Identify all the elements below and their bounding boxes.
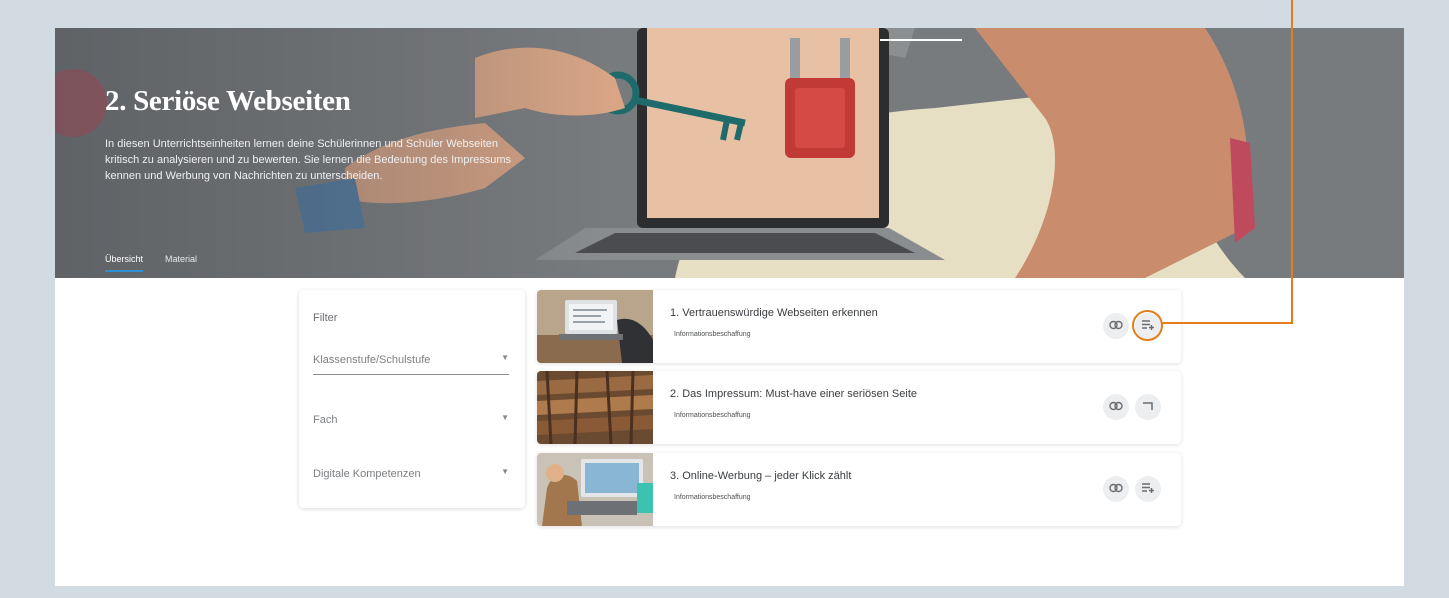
chevron-down-icon: ▼ xyxy=(501,413,509,422)
select-grade-level-label: Klassenstufe/Schulstufe xyxy=(313,354,431,366)
tab-overview[interactable]: Übersicht xyxy=(105,254,144,272)
add-to-list-button[interactable] xyxy=(1135,394,1161,420)
add-to-list-button[interactable] xyxy=(1135,476,1161,502)
page-frame: 2. Seriöse Webseiten In diesen Unterrich… xyxy=(55,28,1404,586)
bracket-icon xyxy=(1142,401,1154,414)
course-tag: Informationsbeschaffung xyxy=(674,494,751,501)
course-thumbnail xyxy=(537,290,653,363)
course-tag: Informationsbeschaffung xyxy=(674,412,751,419)
select-grade-level[interactable]: Klassenstufe/Schulstufe ▼ xyxy=(313,345,509,375)
preview-button[interactable] xyxy=(1103,394,1129,420)
chevron-down-icon: ▼ xyxy=(501,467,509,476)
eye-icon xyxy=(1109,320,1123,333)
chevron-down-icon: ▼ xyxy=(501,353,509,362)
course-thumbnail xyxy=(537,453,653,526)
preview-button[interactable] xyxy=(1103,313,1129,339)
eye-icon xyxy=(1109,401,1123,414)
eye-icon xyxy=(1109,483,1123,496)
select-subject[interactable]: Fach ▼ xyxy=(313,405,509,435)
filter-panel: Filter Klassenstufe/Schulstufe ▼ Fach ▼ … xyxy=(299,290,525,508)
annotation-line-vertical xyxy=(1291,0,1293,324)
select-subject-label: Fach xyxy=(313,414,338,426)
course-title: 3. Online-Werbung – jeder Klick zählt xyxy=(670,470,852,482)
course-thumbnail xyxy=(537,371,653,444)
hero-tab-bar: Übersicht Material xyxy=(105,254,197,272)
course-card[interactable]: 1. Vertrauenswürdige Webseiten erkennen … xyxy=(537,290,1181,363)
hero-divider xyxy=(880,39,962,41)
tab-material[interactable]: Material xyxy=(165,254,197,272)
playlist-add-icon xyxy=(1141,482,1155,496)
course-card[interactable]: 3. Online-Werbung – jeder Klick zählt In… xyxy=(537,453,1181,526)
hero-banner: 2. Seriöse Webseiten In diesen Unterrich… xyxy=(55,28,1404,278)
select-digital-competencies-label: Digitale Kompetenzen xyxy=(313,468,421,480)
page-title: 2. Seriöse Webseiten xyxy=(105,85,351,117)
annotation-highlight-ring xyxy=(1132,310,1163,341)
course-title: 1. Vertrauenswürdige Webseiten erkennen xyxy=(670,307,878,319)
preview-button[interactable] xyxy=(1103,476,1129,502)
filter-title: Filter xyxy=(313,312,338,324)
annotation-line-horizontal xyxy=(1162,322,1293,324)
course-card[interactable]: 2. Das Impressum: Must-have einer seriös… xyxy=(537,371,1181,444)
hero-description: In diesen Unterrichtseinheiten lernen de… xyxy=(105,138,512,182)
select-digital-competencies[interactable]: Digitale Kompetenzen ▼ xyxy=(313,459,509,489)
course-tag: Informationsbeschaffung xyxy=(674,331,751,338)
course-title: 2. Das Impressum: Must-have einer seriös… xyxy=(670,388,917,400)
